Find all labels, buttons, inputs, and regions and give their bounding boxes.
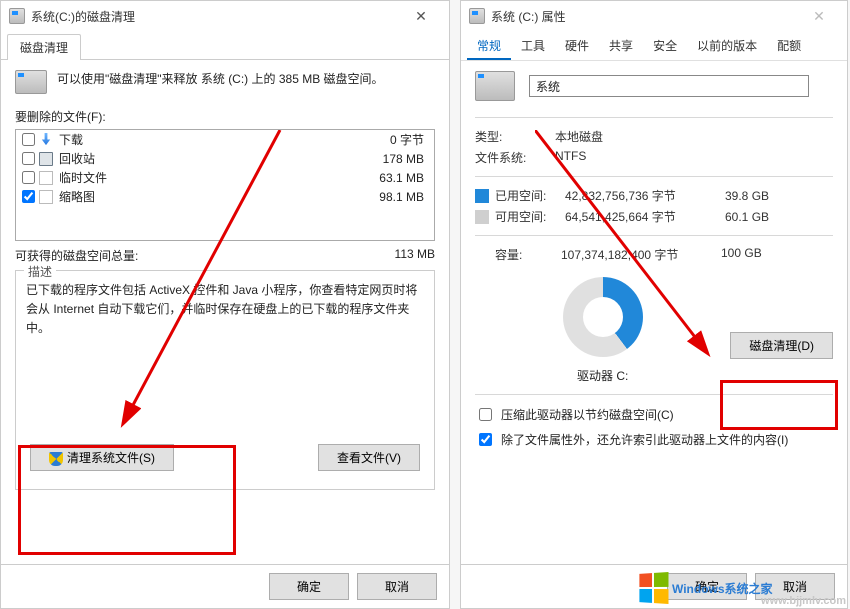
tab-tools[interactable]: 工具 — [511, 33, 555, 60]
tab-sharing[interactable]: 共享 — [599, 33, 643, 60]
used-space-label: 已用空间: — [495, 187, 565, 204]
usage-donut-chart — [563, 277, 643, 357]
type-value: 本地磁盘 — [555, 128, 603, 145]
list-item[interactable]: 下载 0 字节 — [16, 130, 434, 149]
cancel-button[interactable]: 取消 — [357, 573, 437, 600]
used-space-human: 39.8 GB — [725, 189, 769, 203]
free-space-label: 可用空间: — [495, 208, 565, 225]
windows-logo: Windows系统之家 — [638, 573, 773, 603]
files-listbox[interactable]: 下载 0 字节 回收站 178 MB 临时文件 63.1 MB 缩略图 98.1… — [15, 129, 435, 241]
description-group: 描述 已下载的程序文件包括 ActiveX 控件和 Java 小程序，你查看特定… — [15, 270, 435, 490]
view-files-button[interactable]: 查看文件(V) — [318, 444, 420, 471]
cleanup-intro-text: 可以使用"磁盘清理"来释放 系统 (C:) 上的 385 MB 磁盘空间。 — [57, 70, 384, 87]
compress-label: 压缩此驱动器以节约磁盘空间(C) — [501, 406, 674, 423]
download-icon — [39, 133, 53, 147]
drive-icon — [15, 70, 47, 94]
divider — [475, 117, 833, 118]
list-item[interactable]: 回收站 178 MB — [16, 149, 434, 168]
disk-cleanup-window: 系统(C:)的磁盘清理 ✕ 磁盘清理 可以使用"磁盘清理"来释放 系统 (C:)… — [0, 0, 450, 609]
watermark-text: www.bjjmlv.com — [761, 595, 846, 607]
close-icon[interactable]: ✕ — [401, 8, 441, 25]
index-checkbox[interactable] — [479, 433, 492, 446]
description-title: 描述 — [24, 263, 56, 280]
checkbox-thumbnails[interactable] — [22, 190, 35, 203]
tab-disk-cleanup[interactable]: 磁盘清理 — [7, 34, 81, 60]
clean-system-files-label: 清理系统文件(S) — [67, 451, 155, 465]
disk-cleanup-title: 系统(C:)的磁盘清理 — [31, 8, 401, 25]
list-item-label: 临时文件 — [59, 169, 379, 186]
cleanup-bottombar: 确定 取消 — [1, 564, 449, 608]
recycle-bin-icon — [39, 152, 53, 166]
properties-content: 系统 类型:本地磁盘 文件系统:NTFS 已用空间: 42,832,756,73… — [461, 61, 847, 564]
compress-checkbox-row[interactable]: 压缩此驱动器以节约磁盘空间(C) — [475, 405, 833, 424]
drive-name-input[interactable]: 系统 — [529, 75, 809, 97]
filesystem-value: NTFS — [555, 149, 586, 166]
list-item-size: 0 字节 — [390, 131, 424, 148]
free-space-human: 60.1 GB — [725, 210, 769, 224]
tab-general[interactable]: 常规 — [467, 33, 511, 60]
description-body: 已下载的程序文件包括 ActiveX 控件和 Java 小程序，你查看特定网页时… — [26, 281, 424, 339]
drive-icon — [475, 71, 515, 101]
index-label: 除了文件属性外，还允许索引此驱动器上文件的内容(I) — [501, 431, 788, 448]
drive-c-label: 驱动器 C: — [475, 367, 730, 384]
list-item-size: 178 MB — [383, 152, 424, 166]
tab-security[interactable]: 安全 — [643, 33, 687, 60]
close-icon[interactable]: ✕ — [799, 8, 839, 25]
list-item[interactable]: 临时文件 63.1 MB — [16, 168, 434, 187]
list-item-size: 63.1 MB — [379, 171, 424, 185]
list-item-size: 98.1 MB — [379, 190, 424, 204]
disk-cleanup-titlebar: 系统(C:)的磁盘清理 ✕ — [1, 1, 449, 31]
type-label: 类型: — [475, 128, 555, 145]
capacity-human: 100 GB — [721, 246, 762, 263]
drive-icon — [469, 8, 485, 24]
free-space-legend — [475, 210, 489, 224]
filesystem-label: 文件系统: — [475, 149, 555, 166]
clean-system-files-button[interactable]: 清理系统文件(S) — [30, 444, 174, 471]
index-checkbox-row[interactable]: 除了文件属性外，还允许索引此驱动器上文件的内容(I) — [475, 430, 833, 449]
compress-checkbox[interactable] — [479, 408, 492, 421]
checkbox-temp-files[interactable] — [22, 171, 35, 184]
divider — [475, 176, 833, 177]
properties-titlebar: 系统 (C:) 属性 ✕ — [461, 1, 847, 31]
tab-quota[interactable]: 配额 — [767, 33, 811, 60]
file-icon — [39, 190, 53, 204]
list-item[interactable]: 缩略图 98.1 MB — [16, 187, 434, 206]
divider — [475, 394, 833, 395]
properties-tabs: 常规 工具 硬件 共享 安全 以前的版本 配额 — [461, 31, 847, 61]
drive-name-value: 系统 — [536, 78, 560, 95]
used-space-legend — [475, 189, 489, 203]
tab-hardware[interactable]: 硬件 — [555, 33, 599, 60]
gain-label: 可获得的磁盘空间总量: — [15, 247, 138, 264]
cleanup-content: 可以使用"磁盘清理"来释放 系统 (C:) 上的 385 MB 磁盘空间。 要删… — [1, 60, 449, 564]
disk-cleanup-button[interactable]: 磁盘清理(D) — [730, 332, 833, 359]
ok-button[interactable]: 确定 — [269, 573, 349, 600]
windows-logo-icon — [639, 572, 668, 604]
drive-icon — [9, 8, 25, 24]
capacity-label: 容量: — [495, 246, 561, 263]
free-space-bytes: 64,541,425,664 字节 — [565, 208, 725, 225]
cleanup-tabs: 磁盘清理 — [1, 31, 449, 60]
list-item-label: 下载 — [59, 131, 390, 148]
list-item-label: 缩略图 — [59, 188, 379, 205]
files-to-delete-label: 要删除的文件(F): — [15, 108, 435, 125]
checkbox-recycle-bin[interactable] — [22, 152, 35, 165]
used-space-bytes: 42,832,756,736 字节 — [565, 187, 725, 204]
checkbox-downloads[interactable] — [22, 133, 35, 146]
list-item-label: 回收站 — [59, 150, 383, 167]
properties-title: 系统 (C:) 属性 — [491, 8, 799, 25]
file-icon — [39, 171, 53, 185]
logo-text: Windows系统之家 — [672, 580, 773, 597]
shield-icon — [49, 452, 63, 466]
tab-previous-versions[interactable]: 以前的版本 — [687, 33, 767, 60]
drive-properties-window: 系统 (C:) 属性 ✕ 常规 工具 硬件 共享 安全 以前的版本 配额 系统 … — [460, 0, 848, 609]
capacity-bytes: 107,374,182,400 字节 — [561, 246, 721, 263]
gain-value: 113 MB — [395, 247, 435, 264]
divider — [475, 235, 833, 236]
